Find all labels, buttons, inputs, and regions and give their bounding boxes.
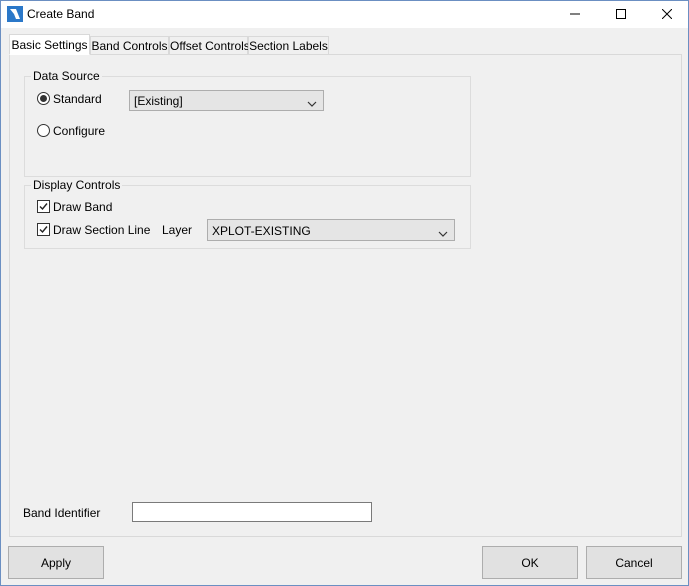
minimize-button[interactable]	[552, 1, 598, 28]
layer-value: XPLOT-EXISTING	[212, 224, 311, 238]
minimize-icon	[570, 8, 580, 22]
chevron-down-icon	[438, 227, 448, 237]
standard-source-value: [Existing]	[134, 94, 183, 108]
draw-band-checkbox[interactable]	[37, 200, 50, 213]
radio-selected-dot	[40, 95, 47, 102]
ok-button[interactable]: OK	[482, 546, 578, 579]
checkmark-icon	[39, 226, 48, 234]
draw-section-line-label: Draw Section Line	[53, 223, 151, 237]
apply-button[interactable]: Apply	[8, 546, 104, 579]
draw-band-label: Draw Band	[53, 200, 113, 214]
tab-offset-controls[interactable]: Offset Controls	[169, 36, 250, 54]
tab-section-labels[interactable]: Section Labels	[248, 36, 329, 54]
data-source-group: Data Source Standard [Existing] Configur…	[24, 69, 471, 177]
close-icon	[661, 8, 673, 22]
close-button[interactable]	[644, 1, 689, 28]
layer-select[interactable]: XPLOT-EXISTING	[207, 219, 455, 241]
standard-radio[interactable]	[37, 92, 50, 105]
create-band-dialog: Create Band Basic Settings Band Controls…	[0, 0, 689, 586]
layer-label: Layer	[162, 223, 193, 237]
title-bar[interactable]: Create Band	[1, 1, 688, 28]
draw-section-line-checkbox[interactable]	[37, 223, 50, 236]
standard-source-select[interactable]: [Existing]	[129, 90, 324, 111]
chevron-down-icon	[307, 97, 317, 107]
display-controls-title: Display Controls	[31, 178, 123, 192]
window-title: Create Band	[27, 7, 95, 21]
tab-band-controls[interactable]: Band Controls	[90, 36, 169, 54]
checkmark-icon	[39, 203, 48, 211]
app-logo-icon	[7, 6, 23, 22]
configure-radio[interactable]	[37, 124, 50, 137]
standard-label: Standard	[53, 92, 102, 106]
tab-basic-settings[interactable]: Basic Settings	[9, 34, 90, 55]
basic-settings-panel: Data Source Standard [Existing] Configur…	[9, 54, 682, 537]
maximize-icon	[616, 8, 626, 22]
configure-label: Configure	[53, 124, 106, 138]
band-identifier-label: Band Identifier	[23, 506, 101, 520]
display-controls-group: Display Controls Draw Band Draw Section …	[24, 178, 471, 249]
maximize-button[interactable]	[598, 1, 644, 28]
cancel-button[interactable]: Cancel	[586, 546, 682, 579]
band-identifier-input[interactable]	[132, 502, 372, 522]
data-source-title: Data Source	[31, 69, 102, 83]
